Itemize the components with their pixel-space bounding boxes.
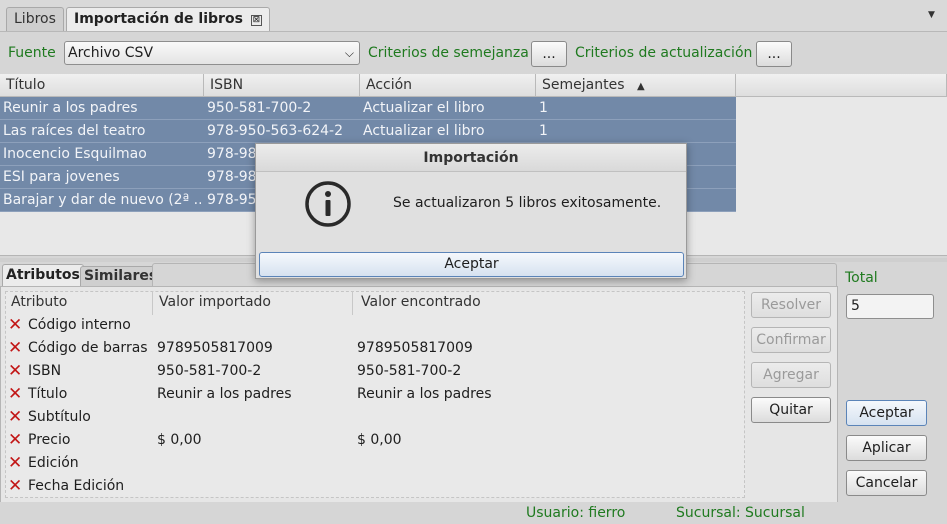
col-isbn[interactable]: ISBN bbox=[204, 74, 360, 97]
attribute-name: Fecha Edición bbox=[28, 478, 125, 494]
attribute-row[interactable]: ✕ Fecha Edición bbox=[8, 475, 738, 498]
tab-importacion-label: Importación de libros bbox=[74, 11, 243, 27]
semejanza-label: Criterios de semejanza bbox=[368, 45, 529, 61]
dialog-message: Se actualizaron 5 libros exitosamente. bbox=[393, 195, 662, 211]
total-field: 5 bbox=[846, 294, 934, 319]
error-cross-icon: ✕ bbox=[8, 338, 23, 358]
cell-accion: Actualizar el libro bbox=[363, 100, 485, 116]
agregar-button[interactable]: Agregar bbox=[751, 362, 831, 388]
dialog-title: Importación bbox=[256, 144, 686, 172]
status-usuario: Usuario: fierro bbox=[526, 505, 626, 521]
cell-titulo: Barajar y dar de nuevo (2ª ... bbox=[3, 192, 201, 208]
attribute-found: $ 0,00 bbox=[357, 432, 402, 448]
col-atributo[interactable]: Atributo bbox=[5, 291, 153, 315]
cell-isbn: 978-950-563-624-2 bbox=[207, 123, 344, 139]
attribute-row[interactable]: ✕ Título Reunir a los padres Reunir a lo… bbox=[8, 383, 738, 406]
attribute-row[interactable]: ✕ Precio $ 0,00 $ 0,00 bbox=[8, 429, 738, 452]
attribute-name: Precio bbox=[28, 432, 71, 448]
info-icon bbox=[304, 180, 352, 228]
attribute-row[interactable]: ✕ Subtítulo bbox=[8, 406, 738, 429]
col-valor-encontrado[interactable]: Valor encontrado bbox=[355, 291, 743, 315]
fuente-combo[interactable]: Archivo CSV ⌵ bbox=[64, 41, 360, 65]
attribute-found: Reunir a los padres bbox=[357, 386, 492, 402]
tab-similares[interactable]: Similares bbox=[80, 266, 162, 287]
error-cross-icon: ✕ bbox=[8, 453, 23, 473]
fuente-combo-value: Archivo CSV bbox=[68, 45, 154, 61]
tab-atributos[interactable]: Atributos bbox=[2, 264, 84, 287]
cell-titulo: Reunir a los padres bbox=[3, 100, 138, 116]
attribute-name: Edición bbox=[28, 455, 79, 471]
col-filler bbox=[736, 74, 947, 97]
confirmar-button[interactable]: Confirmar bbox=[751, 327, 831, 353]
col-semejantes-label: Semejantes bbox=[542, 77, 625, 93]
error-cross-icon: ✕ bbox=[8, 407, 23, 427]
total-label: Total bbox=[845, 270, 878, 286]
col-accion[interactable]: Acción bbox=[360, 74, 536, 97]
error-cross-icon: ✕ bbox=[8, 430, 23, 450]
cell-semejantes: 1 bbox=[539, 100, 548, 116]
cell-titulo: Las raíces del teatro bbox=[3, 123, 146, 139]
cancelar-button[interactable]: Cancelar bbox=[846, 470, 927, 496]
resolver-button[interactable]: Resolver bbox=[751, 292, 831, 318]
close-tab-icon[interactable]: ⊠ bbox=[250, 15, 262, 26]
attribute-imported: 950-581-700-2 bbox=[157, 363, 262, 379]
dialog-aceptar-button[interactable]: Aceptar bbox=[259, 252, 684, 277]
attribute-found: 950-581-700-2 bbox=[357, 363, 462, 379]
aceptar-button[interactable]: Aceptar bbox=[846, 400, 927, 426]
cell-semejantes: 1 bbox=[539, 123, 548, 139]
attribute-imported: $ 0,00 bbox=[157, 432, 202, 448]
col-semejantes[interactable]: Semejantes ▲ bbox=[536, 74, 736, 97]
semejanza-button[interactable]: ... bbox=[531, 41, 567, 67]
attribute-name: Código de barras bbox=[28, 340, 148, 356]
error-cross-icon: ✕ bbox=[8, 315, 23, 335]
attribute-name: Código interno bbox=[28, 317, 131, 333]
attribute-row[interactable]: ✕ ISBN 950-581-700-2 950-581-700-2 bbox=[8, 360, 738, 383]
cell-accion: Actualizar el libro bbox=[363, 123, 485, 139]
attribute-name: ISBN bbox=[28, 363, 62, 379]
cell-titulo: ESI para jovenes bbox=[3, 169, 120, 185]
col-valor-importado[interactable]: Valor importado bbox=[153, 291, 353, 315]
chevron-down-icon: ⌵ bbox=[344, 46, 354, 60]
attribute-imported: 9789505817009 bbox=[157, 340, 273, 356]
table-row[interactable]: Las raíces del teatro 978-950-563-624-2 … bbox=[0, 120, 736, 143]
fuente-label: Fuente bbox=[8, 45, 56, 61]
error-cross-icon: ✕ bbox=[8, 384, 23, 404]
cell-titulo: Inocencio Esquilmao bbox=[3, 146, 147, 162]
import-dialog: Importación Se actualizaron 5 libros exi… bbox=[255, 143, 687, 279]
tab-libros-label: Libros bbox=[14, 11, 56, 27]
tab-importacion[interactable]: Importación de libros ⊠ bbox=[66, 7, 270, 31]
attribute-row[interactable]: ✕ Código de barras 9789505817009 9789505… bbox=[8, 337, 738, 360]
attribute-imported: Reunir a los padres bbox=[157, 386, 292, 402]
tab-menu-chevron-icon[interactable]: ▼ bbox=[928, 10, 935, 20]
col-titulo[interactable]: Título bbox=[0, 74, 204, 97]
error-cross-icon: ✕ bbox=[8, 476, 23, 496]
attribute-found: 9789505817009 bbox=[357, 340, 473, 356]
status-bar: Usuario: fierro Sucursal: Sucursal bbox=[0, 502, 947, 524]
sort-ascending-icon: ▲ bbox=[636, 81, 645, 92]
actualizacion-button[interactable]: ... bbox=[756, 41, 792, 67]
attribute-name: Subtítulo bbox=[28, 409, 91, 425]
attribute-name: Título bbox=[28, 386, 68, 402]
table-row[interactable]: Reunir a los padres 950-581-700-2 Actual… bbox=[0, 97, 736, 120]
quitar-button[interactable]: Quitar bbox=[751, 397, 831, 423]
tab-bar: Libros Importación de libros ⊠ ▼ bbox=[0, 0, 947, 32]
cell-isbn: 950-581-700-2 bbox=[207, 100, 312, 116]
attribute-row[interactable]: ✕ Código interno bbox=[8, 314, 738, 337]
actualizacion-label: Criterios de actualización bbox=[575, 45, 753, 61]
aplicar-button[interactable]: Aplicar bbox=[846, 435, 927, 461]
tab-libros[interactable]: Libros bbox=[6, 7, 64, 31]
status-sucursal: Sucursal: Sucursal bbox=[676, 505, 805, 521]
attribute-row[interactable]: ✕ Edición bbox=[8, 452, 738, 475]
error-cross-icon: ✕ bbox=[8, 361, 23, 381]
